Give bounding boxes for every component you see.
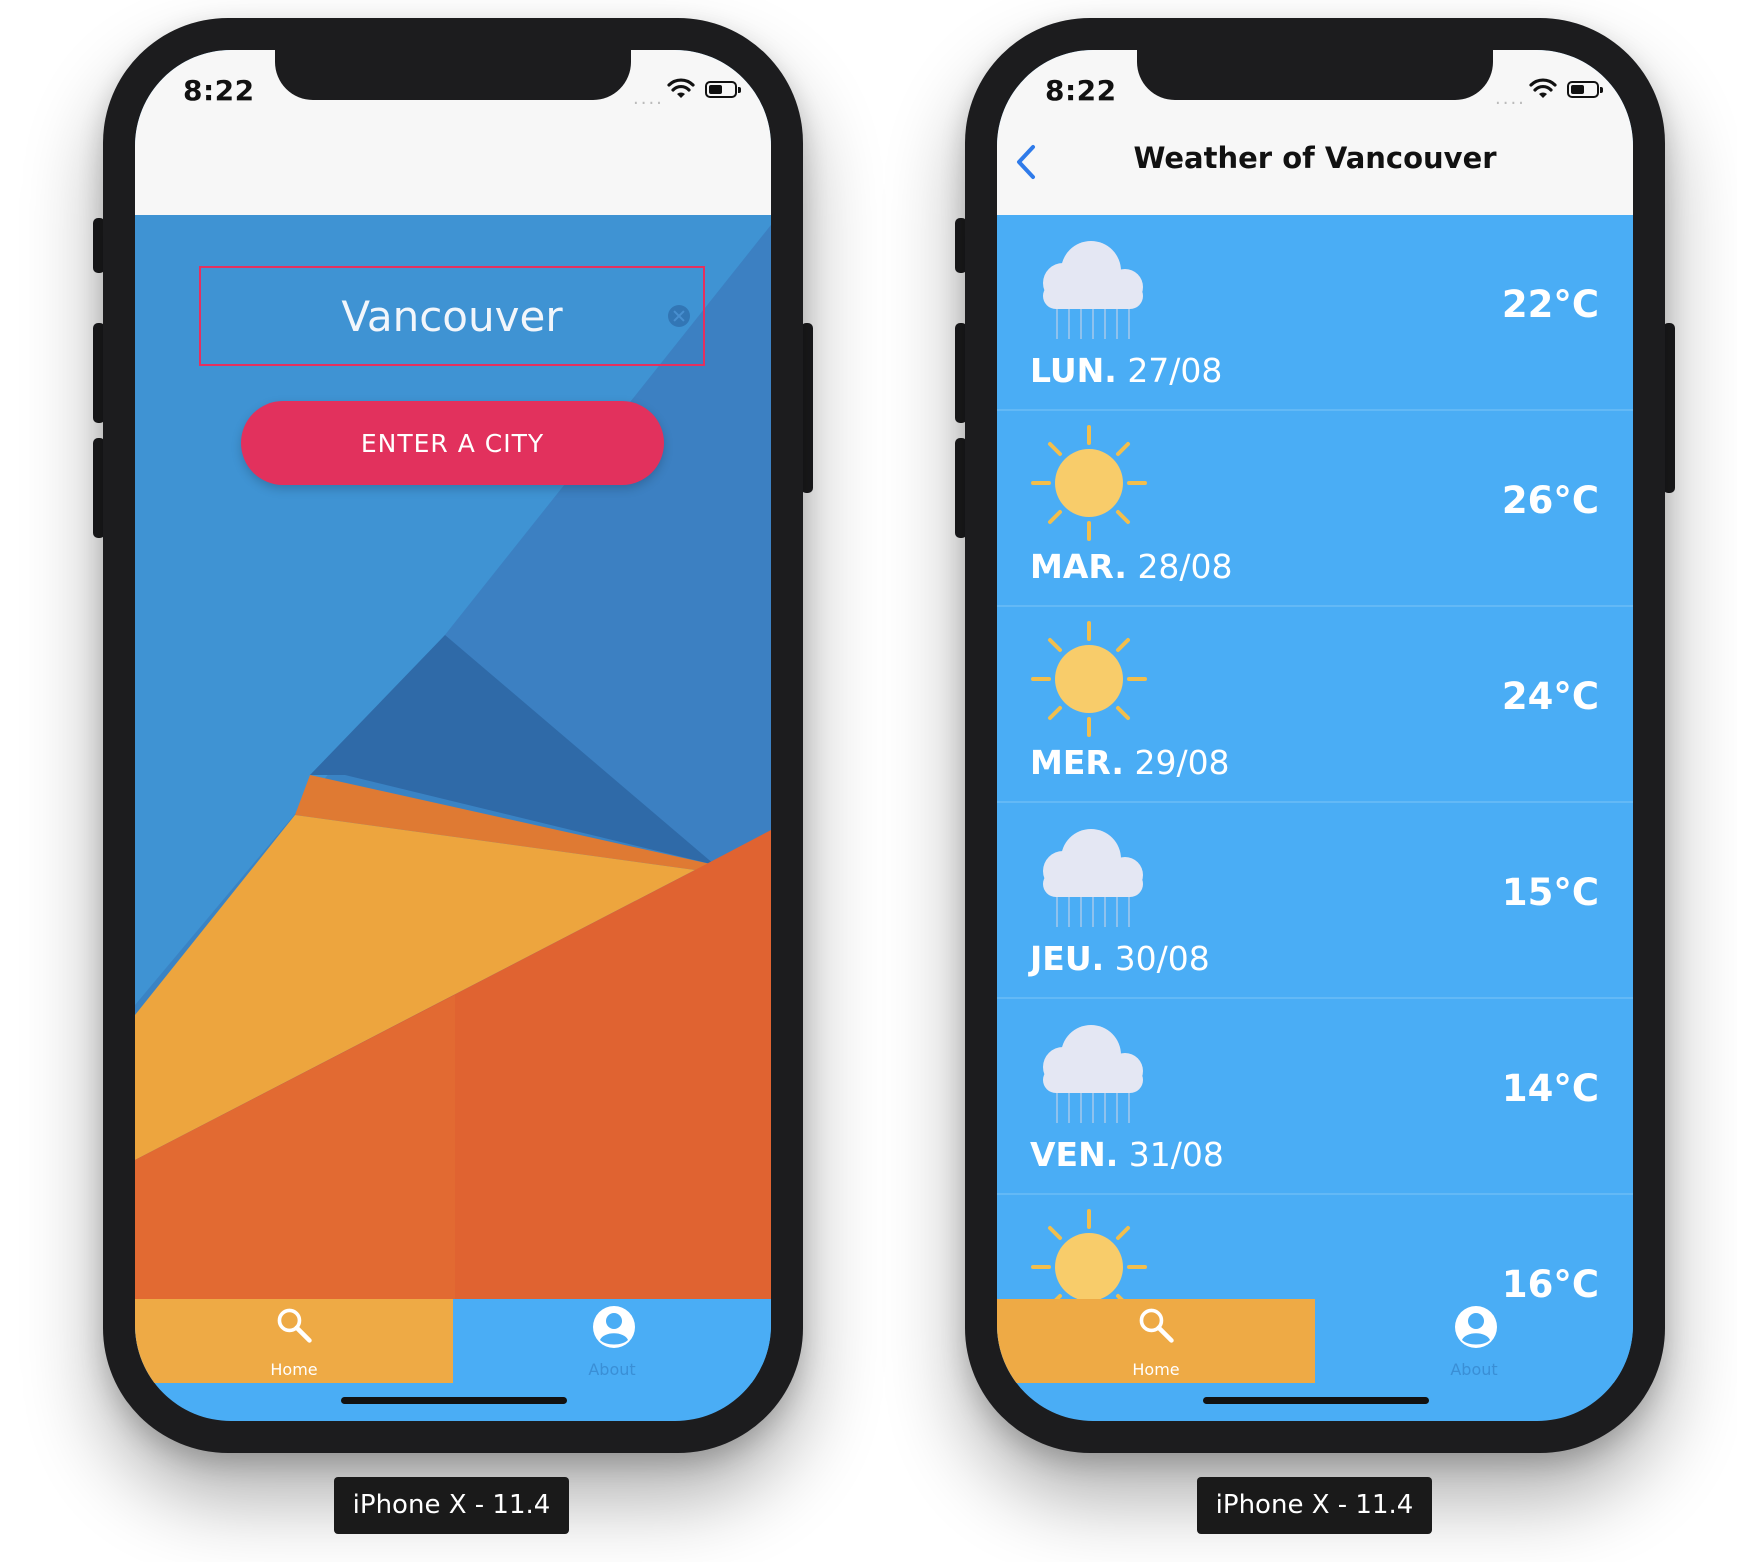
battery-icon — [1567, 81, 1603, 98]
forecast-temperature: 16°C — [1501, 1263, 1599, 1299]
forecast-temperature: 22°C — [1501, 283, 1599, 326]
background-artwork — [135, 215, 771, 1299]
search-icon — [1136, 1305, 1176, 1345]
sun-icon — [1029, 423, 1149, 543]
signal-icon: .... — [633, 88, 664, 109]
forecast-day: JEU. 30/08 — [1030, 939, 1210, 978]
wifi-icon — [667, 78, 695, 100]
phone-frame: 8:22 .... ENTER A CITY — [103, 18, 803, 1453]
forecast-day: MER. 29/08 — [1030, 743, 1230, 782]
city-search-input[interactable] — [199, 266, 705, 366]
forecast-day: VEN. 31/08 — [1030, 1135, 1224, 1174]
forecast-day: LUN. 27/08 — [1030, 351, 1223, 390]
forecast-row[interactable]: VEN. 31/08 14°C — [997, 999, 1633, 1195]
tab-home-label: Home — [270, 1360, 318, 1379]
status-time: 8:22 — [183, 74, 255, 107]
screen: 8:22 .... ENTER A CITY — [135, 50, 771, 1421]
forecast-day: MAR. 28/08 — [1030, 547, 1233, 586]
user-circle-icon — [1454, 1305, 1498, 1349]
device-caption: iPhone X - 11.4 — [1197, 1477, 1432, 1534]
battery-icon — [705, 81, 741, 98]
tab-about-label: About — [588, 1360, 636, 1379]
phone-frame: 8:22 .... Weather of Vancouver LUN. 27/0… — [965, 18, 1665, 1453]
tab-home[interactable]: Home — [997, 1299, 1315, 1383]
forecast-temperature: 14°C — [1501, 1067, 1599, 1110]
tab-bar: Home About — [135, 1299, 771, 1383]
device-caption: iPhone X - 11.4 — [334, 1477, 569, 1534]
signal-icon: .... — [1495, 88, 1526, 109]
tab-home[interactable]: Home — [135, 1299, 453, 1383]
home-indicator[interactable] — [341, 1397, 567, 1404]
forecast-row[interactable]: LUN. 27/08 22°C — [997, 215, 1633, 411]
tab-home-label: Home — [1132, 1360, 1180, 1379]
screen: 8:22 .... Weather of Vancouver LUN. 27/0… — [997, 50, 1633, 1421]
tab-about[interactable]: About — [453, 1299, 771, 1383]
tab-bar: Home About — [997, 1299, 1633, 1383]
wifi-icon — [1529, 78, 1557, 100]
search-icon — [274, 1305, 314, 1345]
notch — [1137, 50, 1493, 100]
forecast-temperature: 15°C — [1501, 871, 1599, 914]
page-title: Weather of Vancouver — [1133, 141, 1497, 175]
device-search-screen: 8:22 .... ENTER A CITY — [93, 18, 813, 1453]
tab-about-label: About — [1450, 1360, 1498, 1379]
forecast-temperature: 26°C — [1501, 479, 1599, 522]
notch — [275, 50, 631, 100]
rain-cloud-icon — [1029, 227, 1149, 347]
forecast-row[interactable]: 16°C — [997, 1195, 1633, 1299]
forecast-list[interactable]: LUN. 27/08 22°C MAR. 28/08 26°C MER. 29/… — [997, 215, 1633, 1299]
enter-city-button[interactable]: ENTER A CITY — [241, 401, 664, 485]
forecast-row[interactable]: MER. 29/08 24°C — [997, 607, 1633, 803]
clear-input-icon[interactable] — [668, 305, 690, 327]
status-time: 8:22 — [1045, 74, 1117, 107]
user-circle-icon — [592, 1305, 636, 1349]
sun-icon — [1029, 619, 1149, 739]
forecast-temperature: 24°C — [1501, 675, 1599, 718]
sun-icon — [1029, 1207, 1149, 1299]
forecast-row[interactable]: JEU. 30/08 15°C — [997, 803, 1633, 999]
rain-cloud-icon — [1029, 1011, 1149, 1131]
tab-about[interactable]: About — [1315, 1299, 1633, 1383]
rain-cloud-icon — [1029, 815, 1149, 935]
device-forecast-screen: 8:22 .... Weather of Vancouver LUN. 27/0… — [955, 18, 1675, 1453]
home-indicator[interactable] — [1203, 1397, 1429, 1404]
forecast-row[interactable]: MAR. 28/08 26°C — [997, 411, 1633, 607]
